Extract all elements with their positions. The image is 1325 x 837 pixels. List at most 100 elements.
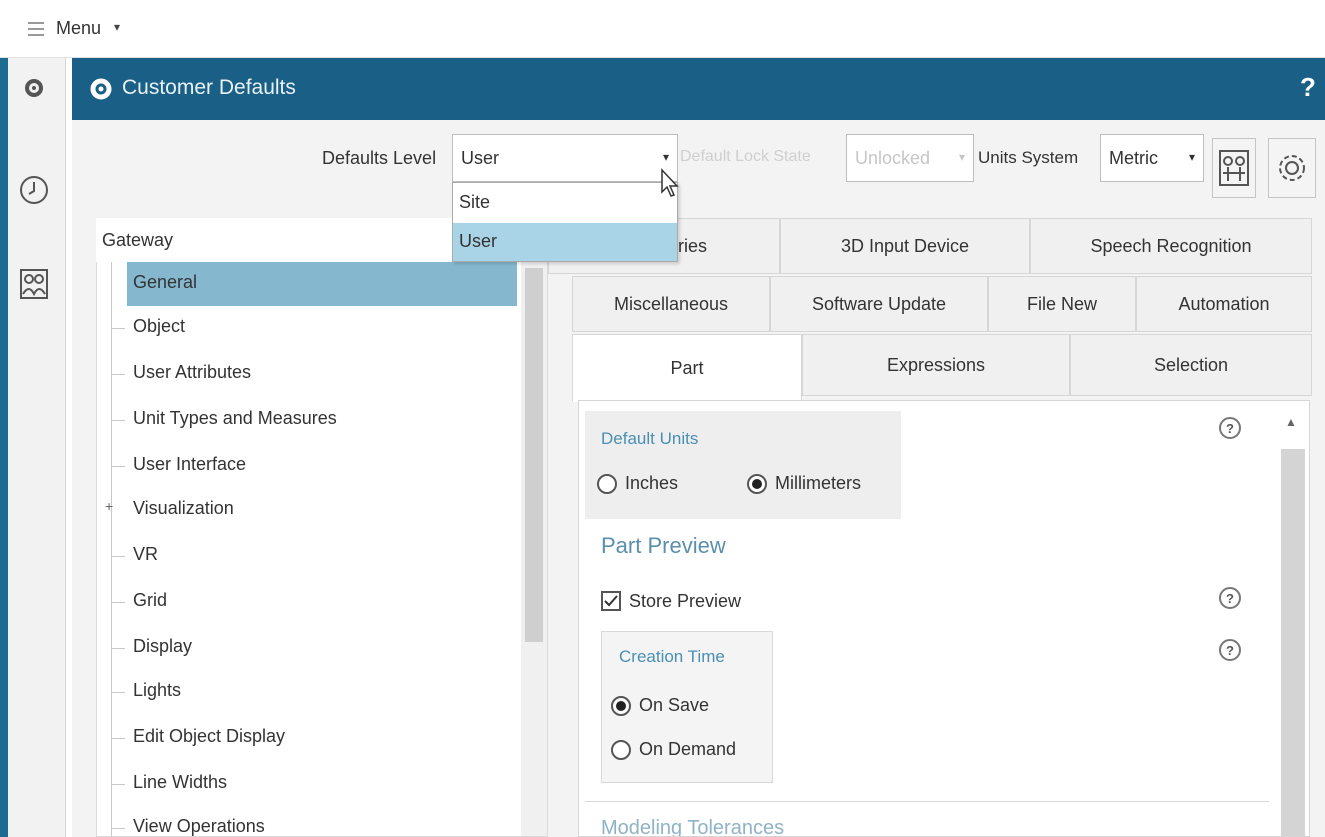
tree-item-label: View Operations xyxy=(133,816,265,836)
tree-item-edit-object-display[interactable]: Edit Object Display xyxy=(97,716,521,760)
default-lock-state-select: Unlocked ▾ xyxy=(846,134,974,182)
tree-item-unit-types[interactable]: Unit Types and Measures xyxy=(97,398,521,442)
tree-item-user-interface[interactable]: User Interface xyxy=(97,444,521,488)
tab-software-update[interactable]: Software Update xyxy=(770,276,988,332)
defaults-level-value: User xyxy=(461,148,500,168)
tab-expressions[interactable]: Expressions xyxy=(802,334,1070,396)
tree-branch xyxy=(111,828,125,829)
help-button[interactable]: ? xyxy=(1300,72,1316,103)
section-divider xyxy=(585,801,1269,802)
tab-file-new[interactable]: File New xyxy=(988,276,1136,332)
panel-scrollbar[interactable]: ▲ xyxy=(1273,401,1309,836)
manage-icon xyxy=(1219,150,1249,186)
tree-item-label: Object xyxy=(133,316,186,336)
gear-icon[interactable] xyxy=(16,70,52,106)
tab-part[interactable]: Part xyxy=(572,334,802,402)
defaults-level-dropdown: Site User xyxy=(452,182,678,262)
tree-item-label: Unit Types and Measures xyxy=(133,408,337,428)
tree-item-label: Display xyxy=(133,636,193,656)
tab-label: 3D Input Device xyxy=(840,235,970,256)
tree-item-lights[interactable]: Lights xyxy=(97,670,521,714)
default-units-group xyxy=(585,411,901,519)
tree-item-label: User Interface xyxy=(133,454,247,474)
tree-item-label: Visualization xyxy=(133,498,234,518)
chevron-down-icon: ▾ xyxy=(958,150,965,164)
tab-label: Selection xyxy=(1153,354,1229,375)
scroll-up-icon[interactable]: ▲ xyxy=(1285,415,1297,429)
resource-bar xyxy=(0,58,66,837)
menu-button[interactable]: Menu xyxy=(56,18,101,39)
defaults-level-label: Defaults Level xyxy=(322,148,437,168)
part-settings-panel: Default Units Inches Millimeters Part Pr… xyxy=(578,400,1310,837)
tree-item-label: Edit Object Display xyxy=(133,726,286,746)
tree-branch xyxy=(111,692,125,693)
hamburger-icon[interactable] xyxy=(28,22,44,36)
tree-root[interactable]: Gateway xyxy=(96,218,452,262)
tree-branch xyxy=(111,374,125,375)
radio-on-demand[interactable] xyxy=(611,740,631,760)
panel-scroll-thumb[interactable] xyxy=(1281,449,1305,836)
tree-item-view-operations[interactable]: View Operations xyxy=(97,806,521,836)
help-icon[interactable]: ? xyxy=(1219,639,1241,661)
radio-label-on-save: On Save xyxy=(639,695,710,715)
tree-item-user-attributes[interactable]: User Attributes xyxy=(97,352,521,396)
clock-icon[interactable] xyxy=(16,172,52,208)
help-icon[interactable]: ? xyxy=(1219,587,1241,609)
tree-item-vr[interactable]: VR xyxy=(97,534,521,578)
radio-on-save[interactable] xyxy=(611,696,631,716)
chevron-down-icon[interactable]: ▾ xyxy=(114,20,120,34)
radio-label-millimeters: Millimeters xyxy=(775,473,862,493)
tab-label: Miscellaneous xyxy=(613,293,729,314)
expand-icon[interactable]: + xyxy=(105,498,113,514)
tree-item-label: Grid xyxy=(133,590,168,610)
radio-label-on-demand: On Demand xyxy=(639,739,737,759)
tree-item-display[interactable]: Display xyxy=(97,626,521,670)
tree-branch xyxy=(111,420,125,421)
default-lock-state-value: Unlocked xyxy=(855,148,931,168)
tree-branch xyxy=(111,648,125,649)
tab-automation[interactable]: Automation xyxy=(1136,276,1312,332)
units-system-select[interactable]: Metric ▾ xyxy=(1100,134,1204,182)
tree-item-label: User Attributes xyxy=(133,362,252,382)
tree-item-object[interactable]: Object xyxy=(97,306,521,350)
tree-item-label: Line Widths xyxy=(133,772,228,792)
menu-bar: Menu ▾ xyxy=(0,0,1325,58)
tree-item-grid[interactable]: Grid xyxy=(97,580,521,624)
tree-scrollbar[interactable] xyxy=(521,262,547,836)
tree-item-general[interactable]: General xyxy=(127,262,517,306)
radio-label-inches: Inches xyxy=(625,473,679,493)
cursor-icon xyxy=(661,168,679,197)
store-preview-checkbox[interactable] xyxy=(601,591,621,611)
tree-branch xyxy=(111,738,125,739)
roles-icon[interactable] xyxy=(16,266,52,302)
tree-item-line-widths[interactable]: Line Widths xyxy=(97,762,521,806)
tab-label: Automation xyxy=(1178,293,1270,314)
tab-label: Expressions xyxy=(886,354,986,375)
radio-inches[interactable] xyxy=(597,474,617,494)
tree-item-visualization[interactable]: + Visualization xyxy=(97,488,521,532)
tree-scroll-thumb[interactable] xyxy=(525,268,543,642)
units-system-value: Metric xyxy=(1109,148,1158,168)
customer-defaults-icon xyxy=(88,76,114,102)
tab-selection[interactable]: Selection xyxy=(1070,334,1312,396)
defaults-level-select[interactable]: User ▾ xyxy=(452,134,678,182)
tree-item-label: VR xyxy=(133,544,159,564)
tab-miscellaneous[interactable]: Miscellaneous xyxy=(572,276,770,332)
radio-millimeters[interactable] xyxy=(747,474,767,494)
dropdown-option-user[interactable]: User xyxy=(453,223,677,261)
tab-label: Speech Recognition xyxy=(1090,235,1252,256)
checkmark-icon xyxy=(604,595,618,607)
dropdown-option-site[interactable]: Site xyxy=(453,184,677,222)
help-icon[interactable]: ? xyxy=(1219,417,1241,439)
chevron-down-icon: ▾ xyxy=(662,150,669,164)
tab-label: Software Update xyxy=(811,293,947,314)
manage-button[interactable] xyxy=(1212,138,1256,198)
category-tree: General Object User Attributes Unit Type… xyxy=(96,262,548,837)
tab-label: Part xyxy=(670,357,704,378)
tab-speech-recognition[interactable]: Speech Recognition xyxy=(1030,218,1312,274)
units-system-label: Units System xyxy=(978,148,1079,167)
tree-branch xyxy=(111,602,125,603)
settings-button[interactable] xyxy=(1268,138,1316,198)
dialog-title: Customer Defaults xyxy=(122,76,296,99)
tab-3d-input-device[interactable]: 3D Input Device xyxy=(780,218,1030,274)
